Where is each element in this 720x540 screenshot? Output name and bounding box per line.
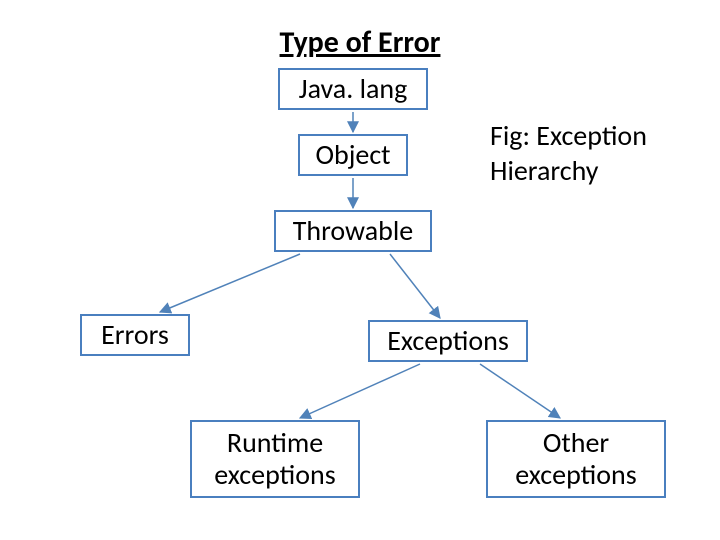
node-runtime-exceptions: Runtime exceptions [190, 420, 360, 498]
node-java-lang: Java. lang [278, 68, 428, 110]
node-throwable: Throwable [274, 210, 432, 252]
node-errors: Errors [80, 314, 190, 356]
node-object: Object [298, 134, 408, 176]
node-other-exceptions: Other exceptions [486, 420, 666, 498]
figure-caption: Fig: Exception Hierarchy [490, 118, 690, 188]
node-exceptions: Exceptions [368, 320, 528, 362]
page-title: Type of Error [0, 24, 720, 61]
